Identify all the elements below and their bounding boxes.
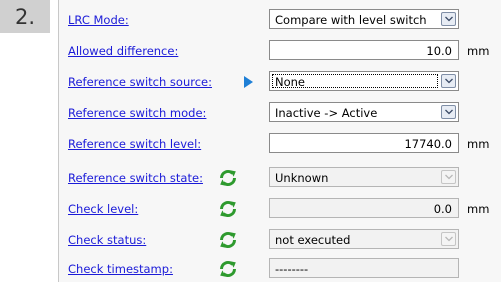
reference-switch-source-label[interactable]: Reference switch source: [68,75,212,89]
reference-switch-level-label[interactable]: Reference switch level: [68,137,201,151]
check-level-label[interactable]: Check level: [68,202,138,216]
check-timestamp-field: -------- [269,258,459,278]
lrc-settings-panel: LRC Mode: Compare with level switch Allo… [58,0,501,282]
row-reference-switch-level: Reference switch level: 17740.0 mm [59,133,501,155]
pointer-arrow-icon [244,76,253,88]
check-status-label[interactable]: Check status: [68,233,146,247]
row-allowed-difference: Allowed difference: 10.0 mm [59,40,501,62]
chevron-down-icon [441,232,456,246]
reference-switch-level-input[interactable]: 17740.0 [269,133,459,153]
reference-switch-source-select[interactable]: None [269,71,459,91]
chevron-down-icon[interactable] [441,74,456,88]
lrc-mode-select[interactable]: Compare with level switch [269,9,459,29]
step-number: 2. [0,0,50,33]
refresh-icon[interactable] [218,259,238,279]
allowed-difference-input[interactable]: 10.0 [269,40,459,60]
row-check-level: Check level: 0.0 mm [59,198,501,220]
chevron-down-icon[interactable] [441,12,456,26]
refresh-icon[interactable] [218,199,238,219]
refresh-icon[interactable] [218,230,238,250]
reference-switch-mode-value: Inactive -> Active [275,106,378,120]
refresh-icon[interactable] [218,168,238,188]
allowed-difference-value: 10.0 [426,44,452,58]
reference-switch-state-select: Unknown [269,167,459,187]
reference-switch-source-value: None [275,75,306,89]
reference-switch-level-value: 17740.0 [404,137,452,151]
row-reference-switch-source: Reference switch source: None [59,71,501,93]
check-status-value: not executed [275,233,351,247]
reference-switch-mode-label[interactable]: Reference switch mode: [68,106,206,120]
reference-switch-level-unit: mm [467,137,490,151]
reference-switch-state-value: Unknown [275,171,329,185]
row-reference-switch-mode: Reference switch mode: Inactive -> Activ… [59,102,501,124]
reference-switch-state-label[interactable]: Reference switch state: [68,171,203,185]
check-level-unit: mm [467,202,490,216]
lrc-mode-label[interactable]: LRC Mode: [68,13,129,27]
check-level-value: 0.0 [433,202,452,216]
chevron-down-icon[interactable] [441,105,456,119]
row-check-status: Check status: not executed [59,229,501,251]
check-level-input: 0.0 [269,198,459,218]
allowed-difference-unit: mm [467,44,490,58]
row-lrc-mode: LRC Mode: Compare with level switch [59,9,501,31]
reference-switch-mode-select[interactable]: Inactive -> Active [269,102,459,122]
row-check-timestamp: Check timestamp: -------- [59,258,501,280]
lrc-mode-value: Compare with level switch [275,13,427,27]
check-timestamp-label[interactable]: Check timestamp: [68,262,173,276]
allowed-difference-label[interactable]: Allowed difference: [68,44,178,58]
chevron-down-icon [441,170,456,184]
check-timestamp-value: -------- [275,262,309,276]
check-status-select: not executed [269,229,459,249]
row-reference-switch-state: Reference switch state: Unknown [59,167,501,189]
